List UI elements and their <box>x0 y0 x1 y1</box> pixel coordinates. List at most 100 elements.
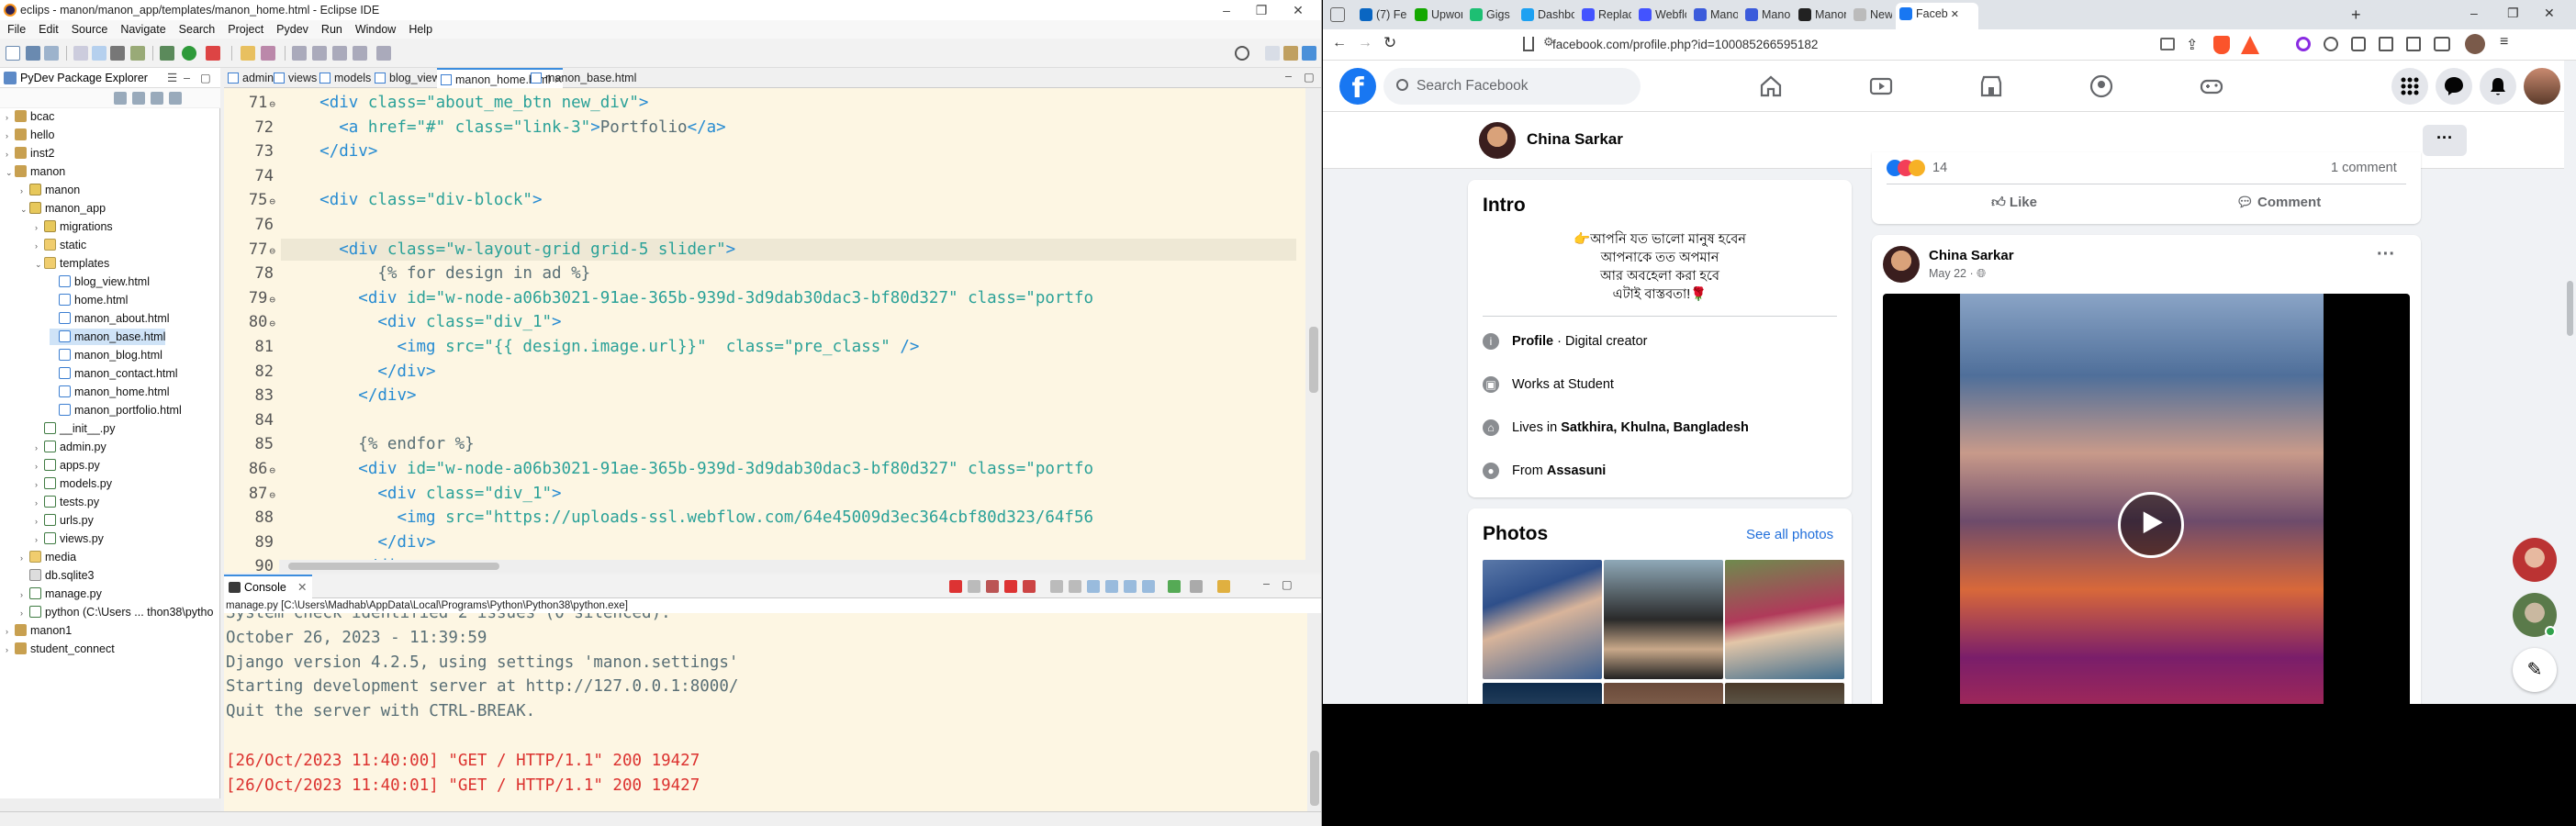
tree-item[interactable]: manon_home.html <box>50 384 170 400</box>
share-icon[interactable]: ⇪ <box>2186 36 2198 54</box>
tree-item[interactable]: › python (C:\Users ... thon38\pytho <box>20 604 213 620</box>
expand-toggle-icon[interactable]: › <box>20 605 29 621</box>
tree-item[interactable]: manon_contact.html <box>50 365 178 382</box>
video-player[interactable] <box>1883 294 2410 704</box>
display-console-icon[interactable] <box>1190 580 1203 593</box>
editor-vscroll-thumb[interactable] <box>1309 327 1318 393</box>
perspective-open-icon[interactable] <box>1265 46 1280 61</box>
expand-toggle-icon[interactable]: › <box>35 476 44 493</box>
browser-tab[interactable]: Dashboard <box>1518 4 1574 26</box>
forward-button-icon[interactable]: → <box>1358 35 1372 51</box>
editor-hscrollbar[interactable] <box>279 560 1321 573</box>
menu-item-search[interactable]: Search <box>172 20 221 39</box>
close-tab-icon[interactable]: ✕ <box>1948 9 1959 20</box>
pydev-icon[interactable] <box>110 46 125 61</box>
intro-detail-bold[interactable]: Assasuni <box>1547 463 1606 478</box>
filter-icon[interactable] <box>151 92 163 105</box>
expand-toggle-icon[interactable]: › <box>35 495 44 511</box>
console-vscrollbar[interactable] <box>1307 613 1321 811</box>
code-line[interactable]: <div class="div_1"> <box>281 483 561 505</box>
pin-icon[interactable] <box>376 46 391 61</box>
expand-toggle-icon[interactable]: › <box>6 109 15 126</box>
reload-icon[interactable]: ↻ <box>1383 34 1396 52</box>
code-line[interactable]: {% for design in ad %} <box>281 262 590 285</box>
photo-thumbnail[interactable] <box>1483 560 1602 679</box>
back-button-icon[interactable]: ← <box>1332 35 1347 51</box>
code-line[interactable]: <div id="w-node-a06b3021-91ae-365b-939d-… <box>281 287 1093 309</box>
editor-tab[interactable]: admin <box>224 68 274 88</box>
maximize-button[interactable]: ❐ <box>1245 0 1278 20</box>
chatgpt-extension-icon[interactable] <box>2324 37 2338 51</box>
expand-toggle-icon[interactable]: › <box>20 550 29 566</box>
tree-item[interactable]: manon_base.html <box>50 329 166 345</box>
browser-tab[interactable]: Gigs <box>1466 4 1514 26</box>
expand-toggle-icon[interactable]: › <box>35 238 44 254</box>
tree-item[interactable]: db.sqlite3 <box>20 567 95 584</box>
tree-item[interactable]: › manage.py <box>20 586 102 602</box>
post-options-icon[interactable]: ··· <box>2377 244 2395 265</box>
menu-item-file[interactable]: File <box>0 20 31 39</box>
tree-item[interactable]: › migrations <box>35 218 113 235</box>
intro-detail-bold[interactable]: Profile <box>1512 334 1553 349</box>
page-scrollbar[interactable] <box>2564 61 2576 704</box>
console-minimize-icon[interactable]: – <box>1263 577 1270 590</box>
editor-hscroll-thumb[interactable] <box>288 563 499 570</box>
perspective-java-icon[interactable] <box>1283 46 1298 61</box>
fold-toggle-icon[interactable]: ⊖ <box>269 464 275 476</box>
save-icon[interactable] <box>26 46 40 61</box>
browser-tab[interactable]: Faceb ✕ <box>1896 3 1978 29</box>
photo-thumbnail[interactable] <box>1604 683 1723 704</box>
facebook-logo-icon[interactable]: f <box>1339 68 1376 105</box>
profile-avatar[interactable] <box>1479 122 1516 159</box>
terminal-icon[interactable] <box>73 46 88 61</box>
browser-restore-button[interactable]: ❐ <box>2507 6 2519 21</box>
photo-thumbnail[interactable] <box>1483 683 1602 704</box>
stop-icon[interactable] <box>1023 580 1036 593</box>
tree-item[interactable]: › hello <box>6 127 54 143</box>
code-line[interactable]: <div class="about_me_btn new_div"> <box>281 92 648 114</box>
post-date[interactable]: May 22 · 🌐︎ <box>1929 267 1986 281</box>
menu-item-source[interactable]: Source <box>64 20 114 39</box>
editor-tab[interactable]: manon_base.html <box>527 68 636 88</box>
expand-toggle-icon[interactable]: › <box>20 183 29 199</box>
photo-thumbnail[interactable] <box>1725 560 1844 679</box>
gaming-nav-icon[interactable] <box>2199 73 2224 99</box>
sidebar-icon[interactable] <box>2379 37 2393 51</box>
last-edit-icon[interactable] <box>312 46 327 61</box>
new-icon[interactable] <box>6 46 20 61</box>
console-maximize-icon[interactable]: ▢ <box>1282 577 1293 591</box>
minimize-view-icon[interactable]: – <box>184 68 190 88</box>
browser-tab[interactable]: New Tab <box>1850 4 1892 26</box>
code-line[interactable]: {% endfor %} <box>281 433 474 455</box>
explorer-hscrollbar[interactable] <box>0 798 220 811</box>
browser-close-button[interactable]: ✕ <box>2544 6 2555 21</box>
browser-tab[interactable]: Replace the <box>1578 4 1631 26</box>
fold-toggle-icon[interactable]: ⊖ <box>269 98 275 110</box>
save-all-icon[interactable] <box>44 46 59 61</box>
tree-item[interactable]: › inst2 <box>6 145 54 162</box>
video-nav-icon[interactable] <box>1868 73 1894 99</box>
code-line[interactable]: </div> <box>281 531 435 553</box>
menu-item-edit[interactable]: Edit <box>31 20 64 39</box>
remove-all-icon[interactable] <box>986 580 999 593</box>
home-nav-icon[interactable] <box>1758 73 1784 99</box>
code-line[interactable]: </div> <box>281 361 435 383</box>
tab-list-icon[interactable] <box>2406 37 2421 51</box>
tree-item[interactable]: › tests.py <box>35 494 99 510</box>
build-icon[interactable] <box>130 46 145 61</box>
expand-toggle-icon[interactable]: ⌄ <box>20 201 29 218</box>
fold-toggle-icon[interactable]: ⊖ <box>269 489 275 501</box>
marketplace-nav-icon[interactable] <box>1978 73 2004 99</box>
messenger-icon[interactable] <box>2436 68 2472 105</box>
expand-toggle-icon[interactable]: › <box>35 219 44 236</box>
comment-count[interactable]: 1 comment <box>2331 161 2397 175</box>
menu-grid-icon[interactable] <box>2391 68 2428 105</box>
tree-item[interactable]: › student_connect <box>6 641 115 657</box>
browser-menu-icon[interactable]: ≡ <box>2500 34 2508 50</box>
code-line[interactable]: <img src="https://uploads-ssl.webflow.co… <box>281 507 1093 529</box>
brave-shield-icon[interactable] <box>2213 36 2230 54</box>
extensions-icon[interactable] <box>2351 37 2366 51</box>
browser-tab[interactable]: (7) Feed | L <box>1356 4 1407 26</box>
tree-item[interactable]: manon_portfolio.html <box>50 402 182 419</box>
debug-icon[interactable] <box>160 46 174 61</box>
